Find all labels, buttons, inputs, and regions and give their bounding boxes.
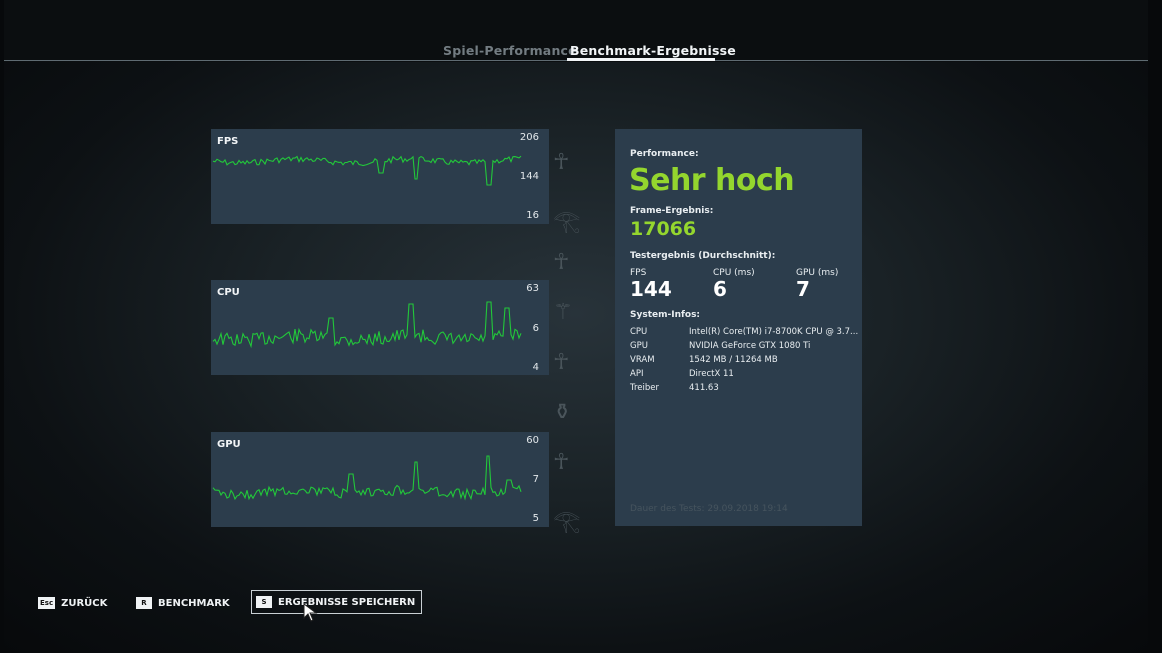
mouse-cursor-icon <box>303 603 318 622</box>
gpu-graph-title: GPU <box>217 439 241 450</box>
benchmark-button[interactable]: R BENCHMARK <box>136 594 230 612</box>
tab-spiel-performance[interactable]: Spiel-Performance <box>443 43 577 58</box>
sys-gpu-key: GPU <box>630 341 648 351</box>
fps-graph-panel: FPS 206 144 16 <box>211 129 549 224</box>
active-tab-indicator <box>567 58 715 61</box>
fps-graph <box>212 155 522 186</box>
r-key-icon: R <box>136 597 152 609</box>
save-results-label: ERGEBNISSE SPEICHERN <box>278 596 416 608</box>
performance-value: Sehr hoch <box>629 163 795 198</box>
fps-tick-min: 16 <box>526 210 539 221</box>
sys-api-key: API <box>630 369 644 379</box>
sys-cpu-value: Intel(R) Core(TM) i7-8700K CPU @ 3.7... <box>689 327 859 337</box>
sys-api-value: DirectX 11 <box>689 369 734 379</box>
cpu-graph <box>212 301 522 349</box>
test-duration: Dauer des Tests: 29.09.2018 19:14 <box>630 504 788 514</box>
tab-benchmark-ergebnisse[interactable]: Benchmark-Ergebnisse <box>570 43 736 58</box>
cpu-tick-min: 4 <box>532 362 539 373</box>
sys-driver-value: 411.63 <box>689 383 719 393</box>
cpu-graph-panel: CPU 63 6 4 <box>211 280 549 375</box>
sys-driver-key: Treiber <box>630 383 659 393</box>
esc-key-icon: Esc <box>38 597 56 609</box>
frame-score-value: 17066 <box>630 218 697 240</box>
sys-vram-value: 1542 MB / 11264 MB <box>689 355 778 365</box>
cpu-graph-title: CPU <box>217 287 240 298</box>
s-key-icon: S <box>256 596 272 608</box>
system-info-label: System-Infos: <box>630 310 701 320</box>
decorative-hieroglyphs: ☥ 𓂀 ☥ ⚚ ☥ ⚱ ☥ 𓂀 <box>553 150 581 534</box>
fps-graph-title: FPS <box>217 136 239 147</box>
back-button[interactable]: Esc ZURÜCK <box>38 594 107 612</box>
avg-gpu-value: 7 <box>796 277 810 301</box>
save-results-button[interactable]: S ERGEBNISSE SPEICHERN <box>251 590 423 614</box>
fps-tick-max: 206 <box>519 132 539 143</box>
benchmark-button-label: BENCHMARK <box>158 597 230 609</box>
gpu-graph-panel: GPU 60 7 5 <box>211 432 549 527</box>
frame-score-label: Frame-Ergebnis: <box>630 206 714 216</box>
results-panel: Performance: Sehr hoch Frame-Ergebnis: 1… <box>615 129 862 526</box>
cpu-tick-max: 63 <box>526 283 539 294</box>
fps-tick-avg: 144 <box>519 171 539 182</box>
gpu-graph <box>212 455 522 501</box>
sys-gpu-value: NVIDIA GeForce GTX 1080 Ti <box>689 341 811 351</box>
gpu-tick-min: 5 <box>532 513 539 524</box>
average-result-label: Testergebnis (Durchschnitt): <box>630 251 776 261</box>
avg-fps-value: 144 <box>630 277 672 301</box>
avg-cpu-value: 6 <box>713 277 727 301</box>
cpu-tick-avg: 6 <box>532 323 539 334</box>
sys-cpu-key: CPU <box>630 327 648 337</box>
back-button-label: ZURÜCK <box>61 597 108 609</box>
gpu-tick-avg: 7 <box>532 474 539 485</box>
sys-vram-key: VRAM <box>630 355 655 365</box>
gpu-tick-max: 60 <box>526 435 539 446</box>
performance-label: Performance: <box>630 149 699 159</box>
